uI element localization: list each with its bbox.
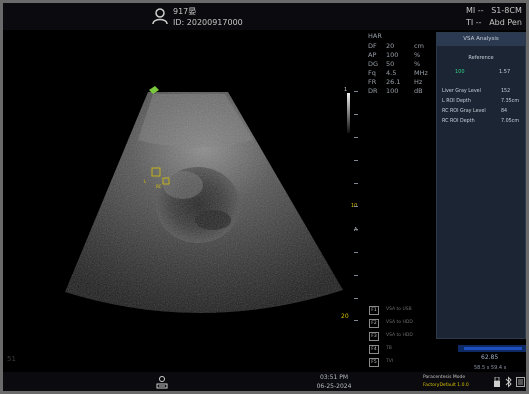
corner-label: 51	[7, 355, 16, 363]
scale-tick	[354, 320, 358, 321]
bluetooth-icon[interactable]	[505, 376, 513, 388]
probe-status-bar	[458, 345, 526, 352]
scale-tick	[354, 114, 358, 115]
clock: 03:51 PM	[320, 374, 348, 381]
scale-tick	[354, 298, 358, 299]
param-row: DG 50%	[368, 60, 421, 68]
scan-icon[interactable]	[155, 375, 169, 389]
mode-label: Paracentesis Mode	[423, 375, 466, 380]
usb-icon[interactable]	[493, 377, 501, 388]
scale-tick	[354, 206, 358, 207]
param-row: DF 20 cm	[368, 42, 424, 50]
depth-scale-top: 1	[344, 87, 348, 93]
scale-tick	[354, 137, 358, 138]
patient-name[interactable]: 917晏	[173, 6, 196, 17]
depth-scale-marker: A	[354, 227, 358, 233]
reference-value-b: 1.57	[499, 69, 511, 75]
scale-tick	[354, 160, 358, 161]
analysis-panel-title[interactable]: VSA Analysis	[437, 33, 525, 46]
date: 06-25-2024	[316, 383, 352, 390]
scale-tick	[354, 275, 358, 276]
f4-key[interactable]: F4 TB	[368, 345, 438, 354]
firmware-label: FactoryDefault 1.0.0	[423, 383, 469, 388]
gray-map-bar	[347, 93, 350, 133]
f2-key[interactable]: F2 VSA to HDD	[368, 319, 438, 328]
parameters-header: HAR	[368, 32, 382, 40]
param-row: FR 26.1 Hz	[368, 78, 423, 86]
patient-id[interactable]: ID: 20200917000	[173, 18, 243, 27]
depth-scale: 1 10 A 20	[341, 87, 360, 321]
f5-key[interactable]: F5 TVI	[368, 358, 438, 367]
param-row: Fq 4.5 MHz	[368, 69, 428, 77]
analysis-panel[interactable]: VSA Analysis Reference 100 1.57 Liver Gr…	[436, 32, 526, 339]
top-bar	[3, 3, 526, 30]
ti-preset-readout: TI -- Abd Pen	[466, 18, 522, 27]
speckle-texture	[65, 92, 343, 314]
reference-label: Reference	[468, 55, 494, 61]
scale-tick	[354, 183, 358, 184]
settings-icon[interactable]	[516, 377, 525, 387]
scale-tick	[354, 252, 358, 253]
param-row: DR 100 dB	[368, 87, 423, 95]
f1-key[interactable]: F1 VSA to USB	[368, 306, 438, 315]
patient-icon[interactable]	[151, 7, 169, 25]
param-row: AP 100%	[368, 51, 421, 59]
probe-value: 62.85	[481, 354, 499, 361]
f3-key[interactable]: F3 VSA to HDD	[368, 332, 438, 341]
scale-tick	[354, 91, 358, 92]
roi-label-rc: RC	[156, 184, 162, 189]
probe-value-secondary: 58.5 s 59.4 s	[474, 365, 507, 371]
scale-tick	[354, 229, 358, 230]
reference-value-a: 100	[455, 69, 465, 75]
depth-scale-bottom: 20	[341, 313, 349, 320]
mi-probe-readout: MI -- S1-8CM	[466, 6, 522, 15]
ultrasound-screen: 917晏 ID: 20200917000 MI -- S1-8CM TI -- …	[3, 3, 526, 391]
ultrasound-image[interactable]: L RC	[3, 30, 368, 372]
